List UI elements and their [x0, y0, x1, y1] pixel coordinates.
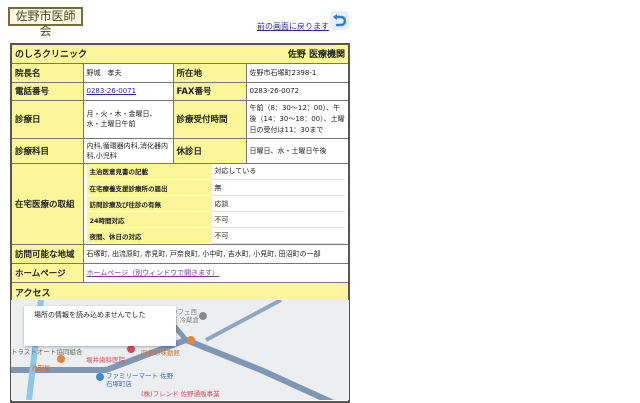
home-care-value: 応談 [211, 195, 345, 212]
value-fax: 0283-26-0072 [245, 81, 350, 101]
home-care-value: 対応している [211, 163, 345, 180]
value-address: 佐野市石塚町2398-1 [245, 62, 350, 83]
map-label: 池田屋 [31, 364, 51, 372]
home-care-key: 訪問診療及び往診の有無 [86, 195, 212, 212]
home-care-table: 主治医意見書の記載 対応している 在宅療養支援診療所の届出無 訪問診療及び往診の有… [86, 163, 345, 244]
map-label: トラストオート協同組合 [11, 348, 83, 356]
phone-link[interactable]: 0283-26-0071 [87, 87, 137, 95]
access-header: アクセス [10, 282, 350, 302]
clinic-name: のしろクリニック [15, 50, 88, 61]
clinic-area: 佐野 医療機関 [287, 50, 345, 61]
label-days: 診療日 [10, 99, 84, 139]
home-care-value: 無 [211, 179, 345, 196]
value-hours: 午前（8：30〜12：00）、午後（14：30〜18：00）、土曜日の受付は11… [245, 99, 350, 139]
site-logo[interactable]: 佐野市医師会 [8, 7, 83, 38]
home-care-key: 在宅療養支援診療所の届出 [86, 179, 212, 196]
map-label: 四季の味動館 [141, 349, 180, 357]
label-fax: FAX番号 [172, 81, 247, 101]
label-closed: 休診日 [172, 137, 247, 164]
value-departments: 内科,循環器内科,消化器内科,小児科 [82, 137, 174, 164]
clinic-header: のしろクリニック 佐野 医療機関 [10, 43, 350, 64]
value-director: 野城 孝夫 [82, 62, 174, 83]
map-label: 堀井歯科医院 [86, 356, 125, 364]
value-closed: 日曜日、水・土曜日午後 [245, 137, 350, 164]
home-care-value: 不可 [211, 211, 345, 228]
homepage-link[interactable]: ホームページ（別ウィンドウで開きます） [87, 269, 220, 277]
home-care-key: 夜間、休日の対応 [86, 227, 212, 244]
label-home-care: 在宅医療の取組 [10, 162, 84, 245]
label-homepage: ホームページ [10, 263, 84, 283]
home-care-key: 主治医意見書の記載 [86, 163, 212, 180]
value-visit-area: 石塚町, 出流原町, 赤見町, 戸奈良町, 小中町, 吉水町, 小見町, 田沼町… [82, 244, 350, 264]
map-label: ファミリーマート 佐野石塚町店 [106, 372, 174, 388]
map-label: (株)フレンド 佐野通販事業 [141, 390, 220, 398]
back-arrow-icon[interactable] [330, 11, 349, 30]
map-error-message: 場所の情報を読み込めませんでした [24, 306, 176, 346]
home-care-key: 24時間対応 [86, 211, 212, 228]
back-link[interactable]: 前の画面に戻ります [257, 21, 329, 32]
value-days: 月・火・木・金曜日、水・土曜日午前 [82, 99, 174, 139]
home-care-value: 不可 [211, 227, 345, 244]
label-departments: 診療科目 [10, 137, 84, 164]
access-map[interactable]: トラストオート協同組合 四季の味動館 堀井歯科医院 池田屋 ファミリーマート 佐… [11, 300, 349, 400]
label-director: 院長名 [10, 62, 84, 83]
label-hours: 診療受付時間 [172, 99, 247, 139]
label-address: 所在地 [172, 62, 247, 83]
label-visit-area: 訪問可能な地域 [10, 244, 84, 264]
label-phone: 電話番号 [10, 81, 84, 101]
